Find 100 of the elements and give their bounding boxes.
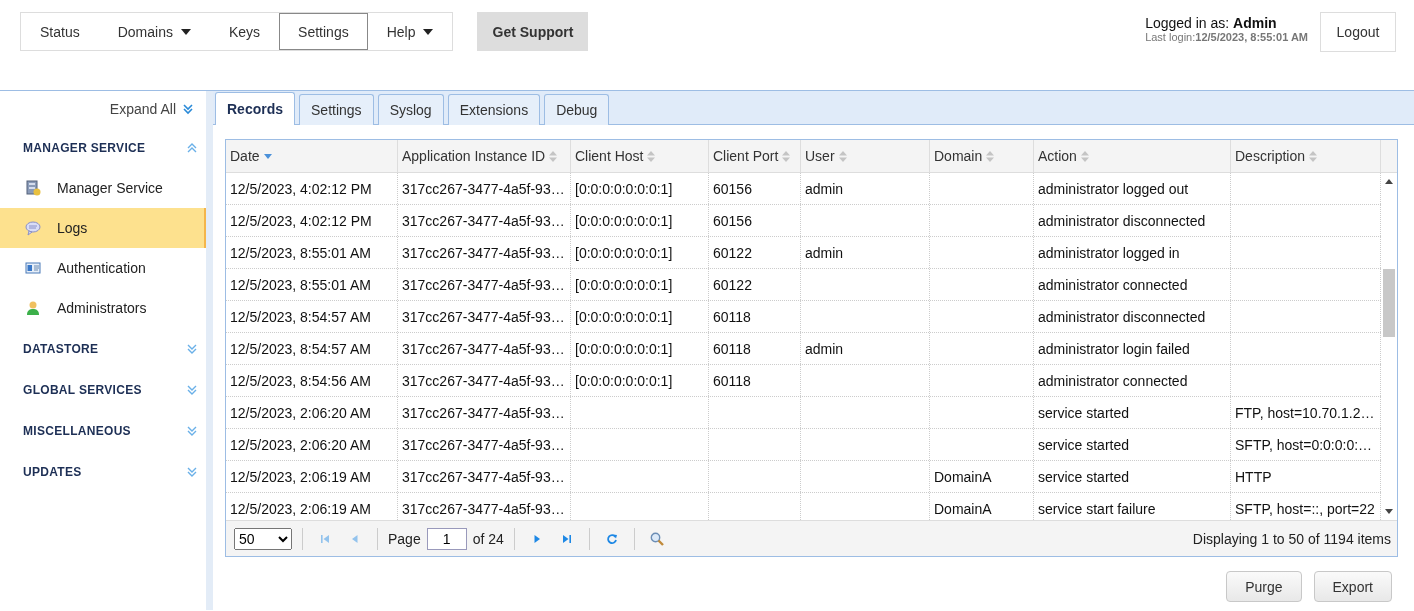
table-cell: 60122 [713, 244, 752, 261]
last-login-text: Last login:12/5/2023, 8:55:01 AM [1145, 31, 1308, 44]
table-cell: service start failure [1038, 500, 1156, 517]
caret-icon [180, 28, 191, 35]
action-button[interactable]: Export [1313, 571, 1392, 602]
table-cell: service started [1038, 468, 1130, 485]
tab[interactable]: Syslog [377, 94, 444, 125]
column-header[interactable]: Date [226, 140, 398, 172]
table-cell: 60122 [713, 276, 752, 293]
table-cell: [0:0:0:0:0:0:0:1] [575, 276, 673, 293]
double-chevron-down-icon [182, 103, 195, 115]
table-cell: SFTP, host=0:0:0:0:… [1235, 436, 1373, 453]
sidebar-item[interactable]: Administrators [0, 288, 207, 328]
table-cell: DomainA [934, 468, 992, 485]
nav-item[interactable]: Keys [209, 13, 280, 50]
table-cell: 12/5/2023, 2:06:19 AM [230, 468, 371, 485]
section-header[interactable]: MISCELLANEOUS [23, 423, 131, 438]
table-cell: 12/5/2023, 4:02:12 PM [230, 212, 372, 229]
column-header[interactable]: Action [1034, 140, 1231, 172]
table-cell: [0:0:0:0:0:0:0:1] [575, 212, 673, 229]
tab[interactable]: Debug [544, 94, 610, 125]
table-cell: admin [805, 340, 844, 357]
table-cell: 12/5/2023, 8:54:57 AM [230, 340, 371, 357]
table-cell: 12/5/2023, 8:54:56 AM [230, 372, 371, 389]
table-cell: 60118 [713, 340, 751, 357]
table-cell: 60156 [713, 180, 752, 197]
table-cell: administrator logged out [1038, 180, 1189, 197]
section-header[interactable]: GLOBAL SERVICES [23, 382, 142, 397]
table-cell: admin [805, 180, 844, 197]
double-chevron-down-icon[interactable] [186, 465, 199, 478]
nav-item[interactable]: Help [367, 13, 453, 50]
page-count-text: of 24 [472, 530, 504, 547]
double-chevron-up-icon[interactable] [186, 141, 199, 154]
nav-item[interactable]: Status [21, 13, 99, 50]
table-cell: admin [805, 244, 844, 261]
table-cell: [0:0:0:0:0:0:0:1] [575, 244, 673, 261]
caret-icon [423, 28, 434, 35]
section-header[interactable]: MANAGER SERVICE [23, 140, 146, 155]
column-header[interactable]: Domain [930, 140, 1034, 172]
table-cell: HTTP [1235, 468, 1272, 485]
table-cell: 317cc267-3477-4a5f-93… [402, 340, 565, 357]
table-cell: service started [1038, 436, 1130, 453]
table-cell: 317cc267-3477-4a5f-93… [402, 468, 565, 485]
page-number-field[interactable]: 1 [426, 527, 467, 550]
table-cell: 317cc267-3477-4a5f-93… [402, 500, 565, 517]
column-header[interactable]: Client Host [571, 140, 709, 172]
table-cell: administrator disconnected [1038, 308, 1206, 325]
table-cell: service started [1038, 404, 1130, 421]
table-cell: 12/5/2023, 8:55:01 AM [230, 244, 371, 261]
column-header[interactable]: User [801, 140, 930, 172]
double-chevron-down-icon[interactable] [186, 383, 199, 396]
table-cell: 12/5/2023, 2:06:19 AM [230, 500, 371, 517]
nav-item[interactable]: Settings [279, 13, 368, 50]
get-support-button[interactable]: Get Support [477, 12, 589, 51]
table-cell: 60118 [713, 372, 751, 389]
scrollbar-thumb[interactable] [1383, 269, 1395, 337]
table-cell: 317cc267-3477-4a5f-93… [402, 372, 565, 389]
table-cell: [0:0:0:0:0:0:0:1] [575, 372, 673, 389]
table-cell: DomainA [934, 500, 992, 517]
table-cell: 317cc267-3477-4a5f-93… [402, 212, 565, 229]
table-cell: administrator logged in [1038, 244, 1180, 261]
search-icon[interactable] [648, 530, 665, 547]
column-header[interactable]: Description [1231, 140, 1381, 172]
table-cell: 317cc267-3477-4a5f-93… [402, 308, 565, 325]
logged-in-text: Logged in as: Admin [1145, 16, 1278, 31]
server-icon [25, 180, 41, 196]
table-cell: administrator connected [1038, 276, 1188, 293]
section-header[interactable]: UPDATES [23, 464, 82, 479]
table-cell: [0:0:0:0:0:0:0:1] [575, 180, 673, 197]
sidebar-item[interactable]: Logs [0, 208, 207, 248]
column-header[interactable]: Application Instance ID [398, 140, 571, 172]
sidebar-item[interactable]: Manager Service [0, 168, 207, 208]
section-header[interactable]: DATASTORE [23, 341, 99, 356]
scroll-down-icon[interactable] [1385, 509, 1393, 514]
tab[interactable]: Records [215, 92, 296, 125]
page-label: Page [388, 530, 421, 547]
table-cell: [0:0:0:0:0:0:0:1] [575, 340, 673, 357]
page-size-select[interactable]: 50 [234, 527, 292, 550]
double-chevron-down-icon[interactable] [186, 424, 199, 437]
table-cell: administrator connected [1038, 372, 1188, 389]
action-button[interactable]: Purge [1226, 571, 1302, 602]
speech-bubble-icon [25, 220, 41, 236]
table-cell: 317cc267-3477-4a5f-93… [402, 180, 565, 197]
nav-item[interactable]: Domains [98, 13, 210, 50]
table-cell: 317cc267-3477-4a5f-93… [402, 436, 565, 453]
tab[interactable]: Extensions [447, 94, 541, 125]
column-header[interactable]: Client Port [709, 140, 801, 172]
tab[interactable]: Settings [299, 94, 374, 125]
table-cell: 12/5/2023, 2:06:20 AM [230, 436, 371, 453]
table-cell: [0:0:0:0:0:0:0:1] [575, 308, 673, 325]
scroll-up-icon[interactable] [1385, 179, 1393, 184]
table-cell: 60156 [713, 212, 752, 229]
table-cell: 12/5/2023, 2:06:20 AM [230, 404, 371, 421]
logout-button[interactable]: Logout [1320, 12, 1396, 52]
double-chevron-down-icon[interactable] [186, 342, 199, 355]
expand-all-link[interactable]: Expand All [109, 101, 177, 117]
table-cell: 317cc267-3477-4a5f-93… [402, 276, 565, 293]
sidebar-item[interactable]: Authentication [0, 248, 207, 288]
table-cell: FTP, host=10.70.1.2… [1235, 404, 1375, 421]
table-cell: 317cc267-3477-4a5f-93… [402, 244, 565, 261]
